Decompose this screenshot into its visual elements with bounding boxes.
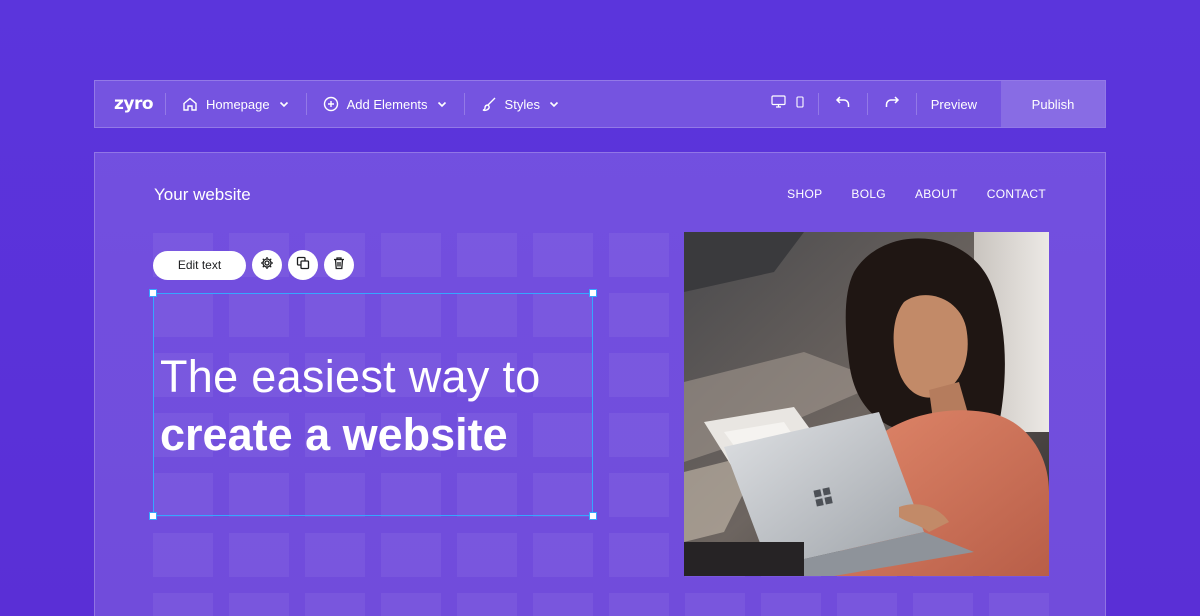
grid-cell bbox=[609, 533, 669, 577]
grid-cell bbox=[457, 533, 517, 577]
website-canvas[interactable]: Your website SHOP BOLG ABOUT CONTACT Edi… bbox=[94, 152, 1106, 616]
chevron-down-icon bbox=[436, 98, 448, 110]
grid-cell bbox=[229, 593, 289, 616]
resize-handle-bottom-right[interactable] bbox=[589, 512, 597, 520]
trash-icon bbox=[332, 256, 346, 275]
redo-icon bbox=[884, 95, 900, 114]
grid-cell bbox=[457, 593, 517, 616]
undo-button[interactable] bbox=[819, 81, 867, 127]
grid-cell bbox=[837, 593, 897, 616]
grid-cell bbox=[153, 533, 213, 577]
grid-cell bbox=[609, 473, 669, 517]
editor-toolbar: zyro Homepage Add Elements Styles Previe… bbox=[94, 80, 1106, 128]
site-nav: SHOP BOLG ABOUT CONTACT bbox=[787, 187, 1046, 201]
duplicate-icon bbox=[296, 256, 310, 275]
site-title[interactable]: Your website bbox=[154, 185, 251, 205]
undo-icon bbox=[835, 95, 851, 114]
settings-button[interactable] bbox=[252, 250, 282, 280]
chevron-down-icon bbox=[548, 98, 560, 110]
styles-dropdown[interactable]: Styles bbox=[465, 81, 576, 127]
hero-heading-line-2: create a website bbox=[160, 409, 508, 460]
styles-label: Styles bbox=[504, 96, 540, 112]
duplicate-button[interactable] bbox=[288, 250, 318, 280]
grid-cell bbox=[533, 533, 593, 577]
grid-cell bbox=[609, 413, 669, 457]
nav-item-blog[interactable]: BOLG bbox=[851, 187, 886, 201]
grid-cell bbox=[381, 533, 441, 577]
edit-text-button[interactable]: Edit text bbox=[153, 250, 246, 280]
grid-cell bbox=[609, 353, 669, 397]
mobile-icon[interactable] bbox=[796, 95, 804, 113]
grid-cell bbox=[305, 593, 365, 616]
pages-dropdown-label: Homepage bbox=[206, 96, 270, 112]
hero-heading-line-1: The easiest way to bbox=[160, 351, 541, 402]
brush-icon bbox=[481, 96, 497, 112]
add-elements-dropdown[interactable]: Add Elements bbox=[307, 81, 464, 127]
grid-cell bbox=[533, 233, 593, 277]
nav-item-about[interactable]: ABOUT bbox=[915, 187, 958, 201]
grid-cell bbox=[457, 233, 517, 277]
grid-cell bbox=[533, 593, 593, 616]
zyro-logo[interactable]: zyro bbox=[95, 94, 165, 114]
grid-cell bbox=[381, 593, 441, 616]
home-icon bbox=[182, 96, 198, 112]
nav-item-contact[interactable]: CONTACT bbox=[987, 187, 1046, 201]
redo-button[interactable] bbox=[868, 81, 916, 127]
chevron-down-icon bbox=[278, 98, 290, 110]
hero-heading[interactable]: The easiest way to create a website bbox=[160, 348, 541, 464]
grid-cell bbox=[305, 533, 365, 577]
plus-circle-icon bbox=[323, 96, 339, 112]
woman-with-laptop-photo bbox=[684, 232, 1049, 576]
grid-cell bbox=[229, 533, 289, 577]
resize-handle-top-left[interactable] bbox=[149, 289, 157, 297]
grid-cell bbox=[609, 233, 669, 277]
grid-cell bbox=[913, 593, 973, 616]
element-edit-bar: Edit text bbox=[153, 250, 354, 280]
nav-item-shop[interactable]: SHOP bbox=[787, 187, 822, 201]
grid-cell bbox=[381, 233, 441, 277]
grid-cell bbox=[609, 293, 669, 337]
grid-cell bbox=[609, 593, 669, 616]
grid-cell bbox=[761, 593, 821, 616]
publish-button[interactable]: Publish bbox=[1001, 81, 1105, 127]
desktop-icon[interactable] bbox=[771, 95, 786, 113]
resize-handle-bottom-left[interactable] bbox=[149, 512, 157, 520]
hero-image[interactable] bbox=[684, 232, 1049, 576]
grid-cell bbox=[153, 593, 213, 616]
pages-dropdown[interactable]: Homepage bbox=[166, 81, 306, 127]
delete-button[interactable] bbox=[324, 250, 354, 280]
grid-cell bbox=[685, 593, 745, 616]
gear-icon bbox=[260, 256, 274, 275]
grid-cell bbox=[989, 593, 1049, 616]
preview-button[interactable]: Preview bbox=[917, 81, 1001, 127]
device-switcher bbox=[757, 81, 818, 127]
add-elements-label: Add Elements bbox=[346, 96, 428, 112]
resize-handle-top-right[interactable] bbox=[589, 289, 597, 297]
